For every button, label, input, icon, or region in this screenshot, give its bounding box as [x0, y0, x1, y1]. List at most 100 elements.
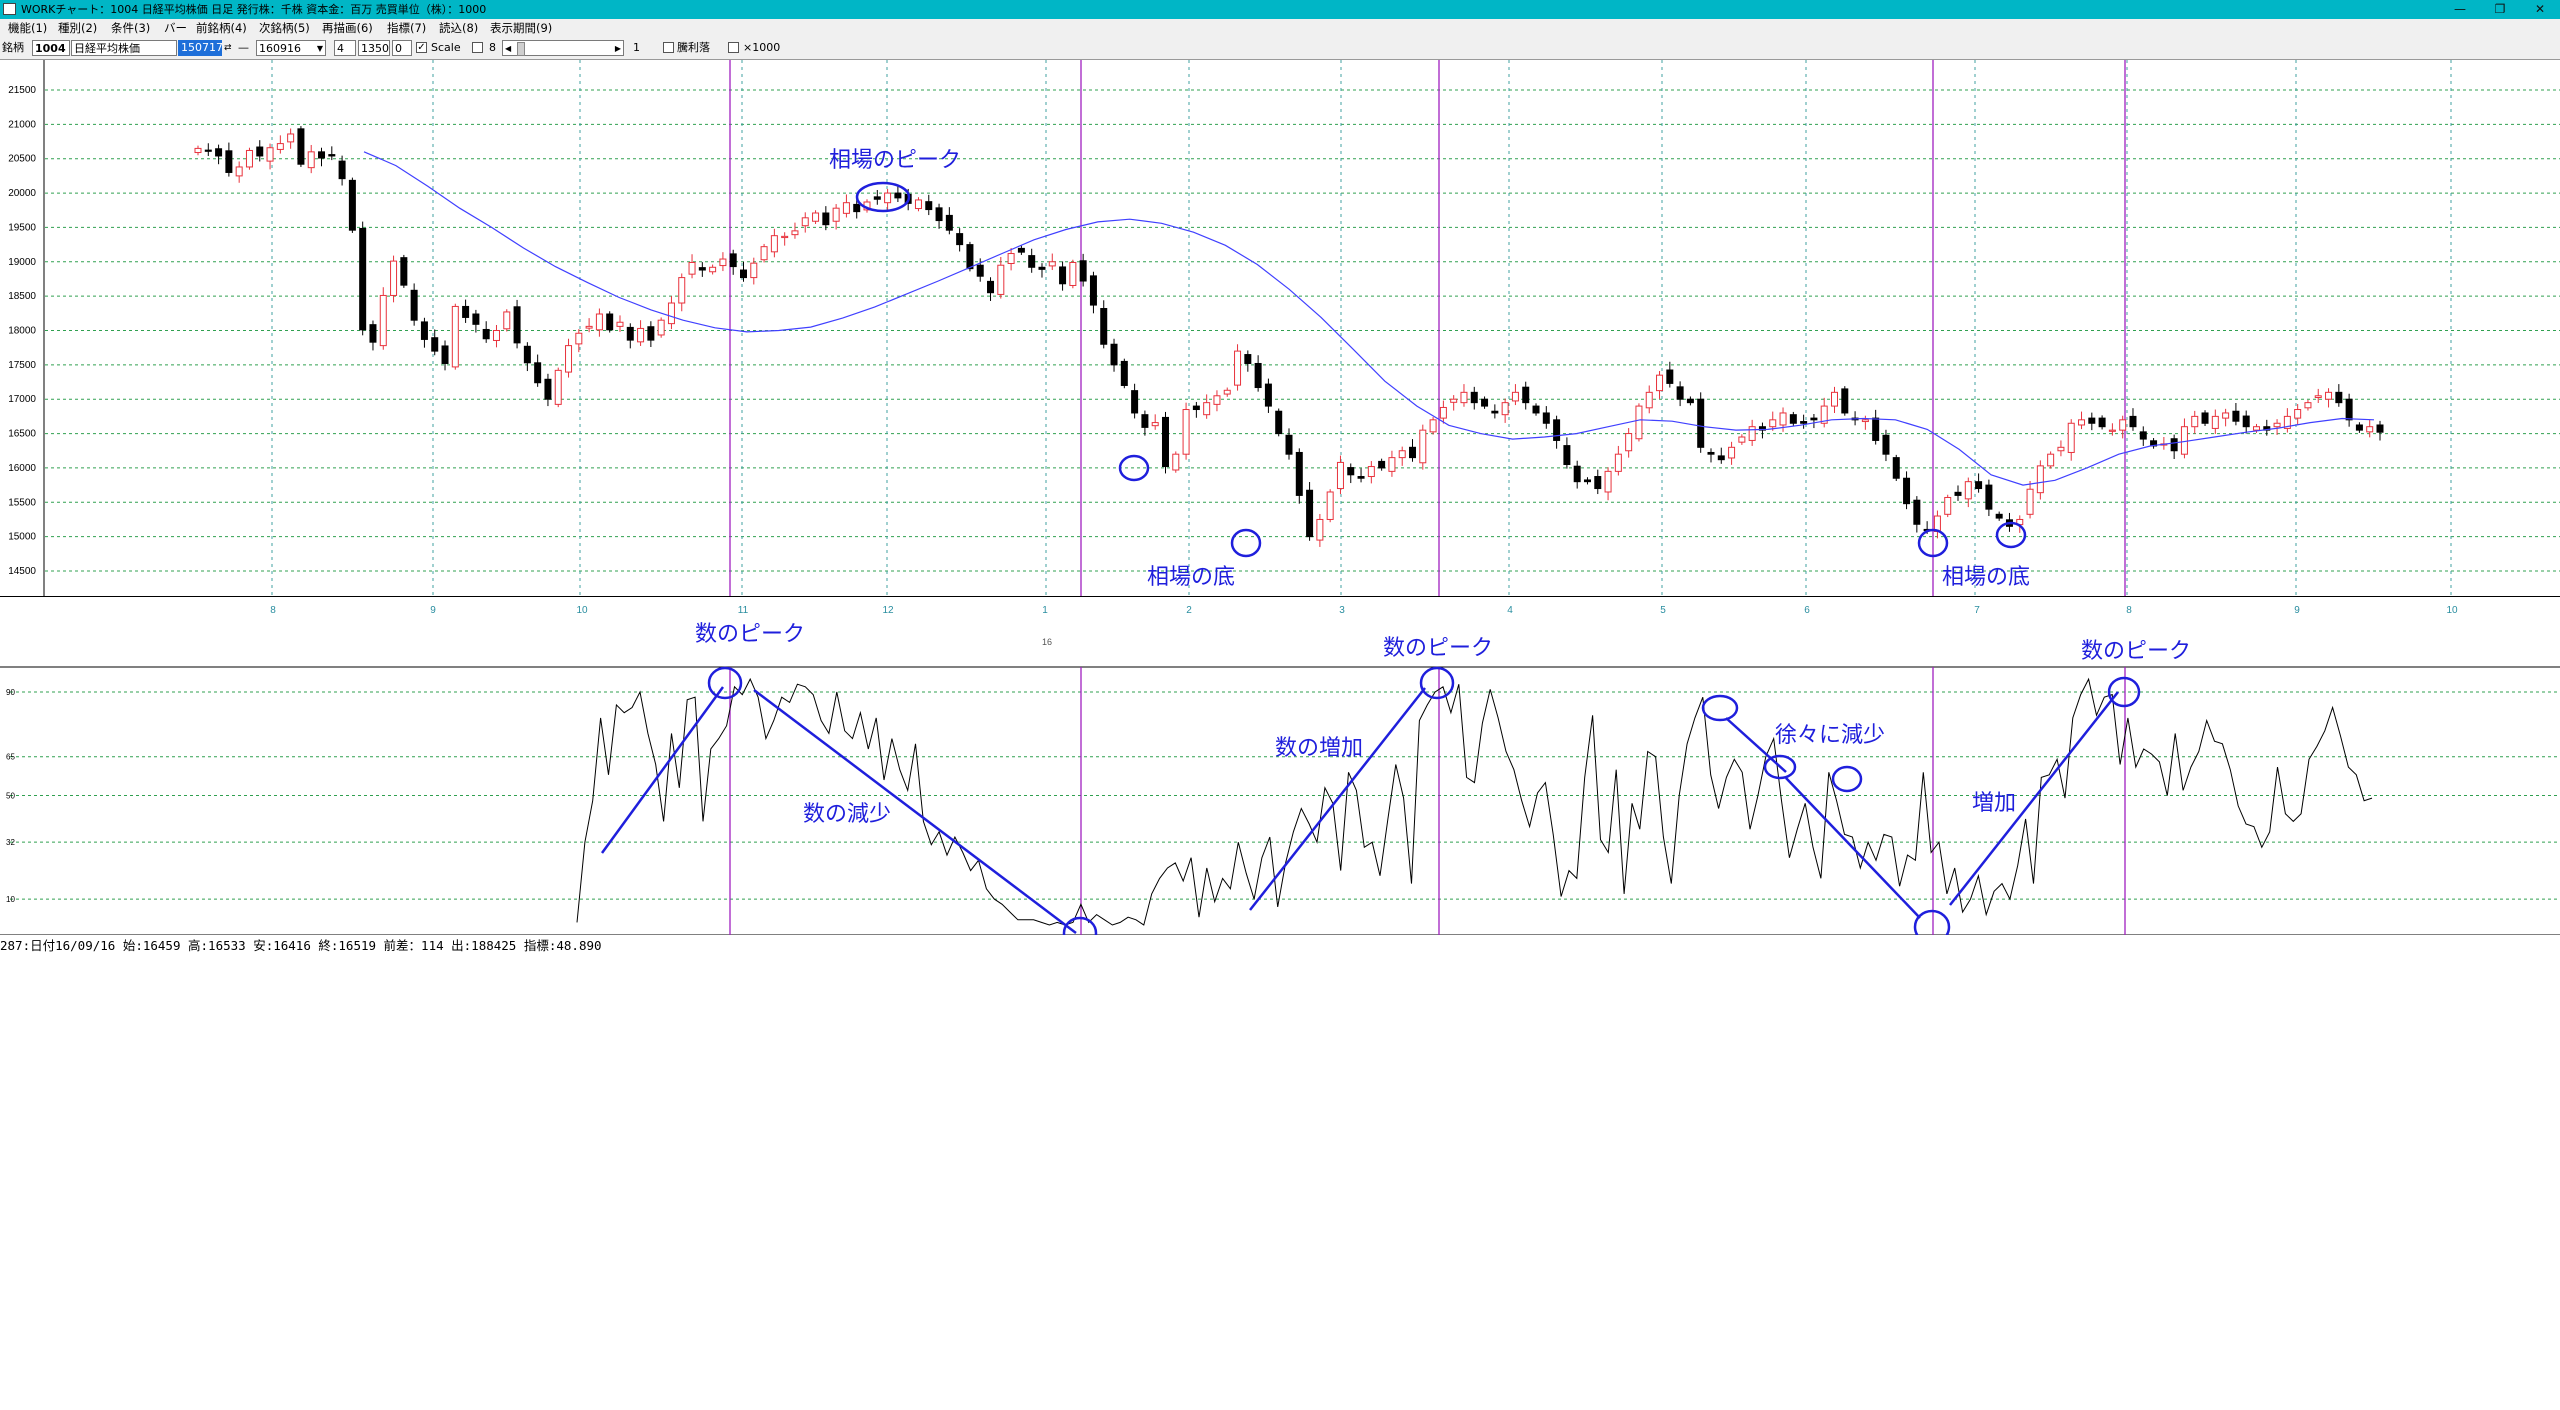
- candle-body: [1419, 429, 1427, 464]
- candle-body: [1357, 476, 1365, 479]
- indicator-peak-circle: [1701, 694, 1739, 722]
- candle-body: [1336, 461, 1344, 490]
- y-tick-label: 19000: [8, 257, 36, 268]
- chart-area: 21500 21000 20500 20000 19500 19000 18500 18000…: [0, 60, 2560, 935]
- y-tick-label: 18500: [8, 291, 36, 302]
- candle-body: [1717, 455, 1725, 461]
- candle-body: [1295, 451, 1303, 496]
- menu-load[interactable]: 読込(8): [439, 19, 478, 38]
- menu-indicator[interactable]: 指標(7): [387, 19, 426, 38]
- candle-body: [987, 280, 995, 294]
- scroll-left-icon[interactable]: ◀: [505, 41, 511, 57]
- code-input[interactable]: 1004: [32, 40, 70, 56]
- candle-body: [1100, 308, 1108, 345]
- indicator-peak-circle: [1419, 666, 1455, 700]
- candle-body: [1594, 476, 1602, 490]
- menu-display-period[interactable]: 表示期間(9): [490, 19, 552, 38]
- indicator-peak-label: 数のピーク: [695, 621, 805, 646]
- param3-input[interactable]: 0: [392, 40, 412, 56]
- candle: [1326, 489, 1334, 523]
- candle-body: [348, 179, 356, 231]
- candle-body: [492, 330, 500, 341]
- candle-body: [1028, 255, 1036, 268]
- candle-body: [2108, 429, 2116, 432]
- scale-checkbox[interactable]: ✓: [416, 42, 427, 53]
- candle-body: [678, 277, 686, 304]
- candle-body: [2325, 391, 2333, 400]
- date-to-select[interactable]: 160916 ▼: [256, 40, 326, 56]
- param2-input[interactable]: 1350: [358, 40, 390, 56]
- candle-body: [1563, 445, 1571, 465]
- candle-body: [1347, 467, 1355, 476]
- candle-body: [884, 192, 892, 204]
- x-tick-label: 11: [738, 605, 749, 616]
- candle-body: [925, 201, 933, 211]
- candle-body: [1306, 489, 1314, 538]
- candle-body: [2355, 424, 2363, 431]
- param4-checkbox[interactable]: [472, 42, 483, 53]
- candle-body: [760, 246, 768, 261]
- candle-body: [832, 207, 840, 222]
- candle-body: [1223, 389, 1231, 395]
- candle-body: [1151, 422, 1159, 427]
- menu-prev-stock[interactable]: 前銘柄(4): [196, 19, 247, 38]
- candle: [379, 287, 387, 350]
- y-tick-label: 15000: [8, 532, 36, 543]
- indicator-peak-label: 数のピーク: [2081, 638, 2191, 663]
- candle: [503, 309, 511, 332]
- candle-body: [2047, 453, 2055, 467]
- menu-next-stock[interactable]: 次銘柄(5): [259, 19, 310, 38]
- candle: [1944, 494, 1952, 518]
- candle-body: [1975, 481, 1983, 490]
- param1-input[interactable]: 4: [334, 40, 356, 56]
- candle-body: [1944, 496, 1952, 515]
- date-from-input[interactable]: 150717: [178, 40, 223, 56]
- mult-label: ×1000: [743, 41, 781, 54]
- candle-body: [1779, 412, 1787, 426]
- candle-body: [595, 313, 603, 331]
- indicator-peak-label: 数のピーク: [1383, 635, 1493, 660]
- log-checkbox[interactable]: [663, 42, 674, 53]
- mult-checkbox[interactable]: [728, 42, 739, 53]
- name-input[interactable]: 日経平均株価: [71, 40, 177, 56]
- candle-body: [1625, 433, 1633, 452]
- candle-body: [204, 149, 212, 152]
- candle-body: [637, 327, 645, 343]
- menu-type[interactable]: 種別(2): [58, 19, 97, 38]
- menu-condition[interactable]: 条件(3): [111, 19, 150, 38]
- indicator-y-tick-label: 65: [6, 753, 15, 762]
- scroll-slider[interactable]: ◀ ▶: [502, 40, 624, 56]
- candle: [1429, 417, 1437, 435]
- close-button[interactable]: ✕: [2520, 0, 2560, 19]
- candle-body: [1800, 421, 1808, 424]
- candle-body: [1017, 247, 1025, 253]
- scroll-thumb[interactable]: [517, 42, 525, 56]
- menu-function[interactable]: 機能(1): [8, 19, 47, 38]
- candle-body: [287, 133, 295, 143]
- candle: [400, 254, 408, 288]
- minimize-button[interactable]: —: [2440, 0, 2480, 19]
- candle-body: [1326, 491, 1334, 520]
- candle-body: [626, 326, 634, 341]
- candle: [1295, 448, 1303, 504]
- candle-body: [1728, 446, 1736, 459]
- trend-line: [600, 686, 725, 854]
- trend-line: [1249, 687, 1426, 911]
- log-label: 騰利落: [677, 41, 710, 54]
- candle-body: [997, 264, 1005, 295]
- candle-body: [2036, 465, 2044, 494]
- menu-bar-item[interactable]: バー: [164, 19, 187, 38]
- candle-body: [976, 264, 984, 277]
- candle-body: [1398, 450, 1406, 459]
- menu-redraw[interactable]: 再描画(6): [322, 19, 373, 38]
- candle-body: [1316, 518, 1324, 541]
- candle: [606, 311, 614, 333]
- candle-body: [2026, 488, 2034, 515]
- candle-body: [667, 302, 675, 325]
- scroll-right-icon[interactable]: ▶: [615, 41, 621, 57]
- range-arrows-icon[interactable]: ⇄: [224, 40, 232, 56]
- candle-body: [245, 149, 253, 168]
- candle: [297, 126, 305, 167]
- restore-button[interactable]: ❐: [2480, 0, 2520, 19]
- candle-body: [698, 267, 706, 271]
